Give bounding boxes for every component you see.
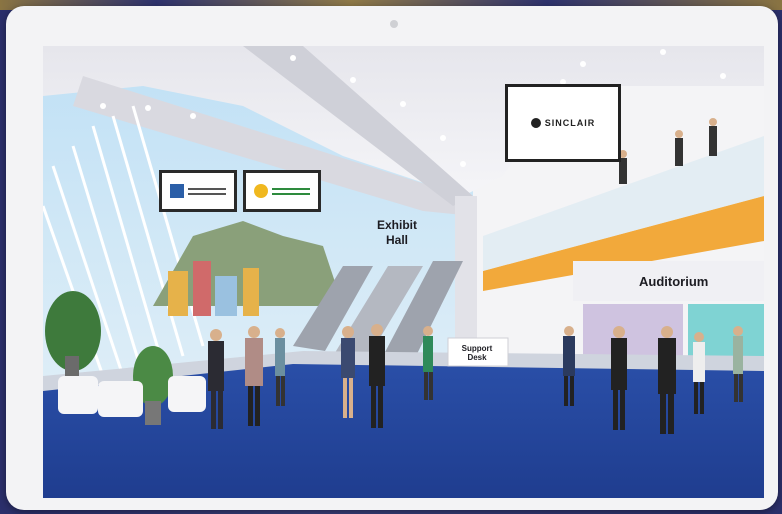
sinclair-logo-icon [530, 118, 541, 128]
avatar [733, 326, 743, 402]
camera-icon [390, 20, 398, 28]
sponsor-screen-right[interactable] [243, 170, 321, 212]
avatar [423, 326, 433, 400]
sponsor-logo-icon [254, 184, 268, 198]
sponsor-logo-text [272, 185, 310, 198]
sponsor-logo-text [188, 185, 226, 198]
buildings [215, 276, 237, 316]
support-desk-sign[interactable]: Support Desk [455, 344, 499, 362]
exhibit-hall-sign[interactable]: Exhibit Hall [361, 218, 433, 248]
buildings [243, 268, 259, 316]
tablet-frame: SINCLAIR Exhibit Hall Auditorium Support… [6, 6, 778, 510]
auditorium-sign[interactable]: Auditorium [639, 274, 708, 289]
sponsor-screen-left[interactable] [159, 170, 237, 212]
lounge-chair [98, 381, 143, 417]
avatar [275, 328, 285, 406]
virtual-lobby-scene[interactable]: SINCLAIR Exhibit Hall Auditorium Support… [43, 46, 764, 498]
buildings [193, 261, 211, 316]
exhibit-hall-column [455, 196, 477, 346]
lounge-chair [168, 376, 206, 412]
lobby-illustration [43, 46, 764, 498]
lounge-chair [58, 376, 98, 414]
sponsor-screen-label: SINCLAIR [544, 118, 596, 128]
buildings [168, 271, 188, 316]
sponsor-screen-main[interactable]: SINCLAIR [505, 84, 621, 162]
sponsor-logo-icon [170, 184, 184, 198]
